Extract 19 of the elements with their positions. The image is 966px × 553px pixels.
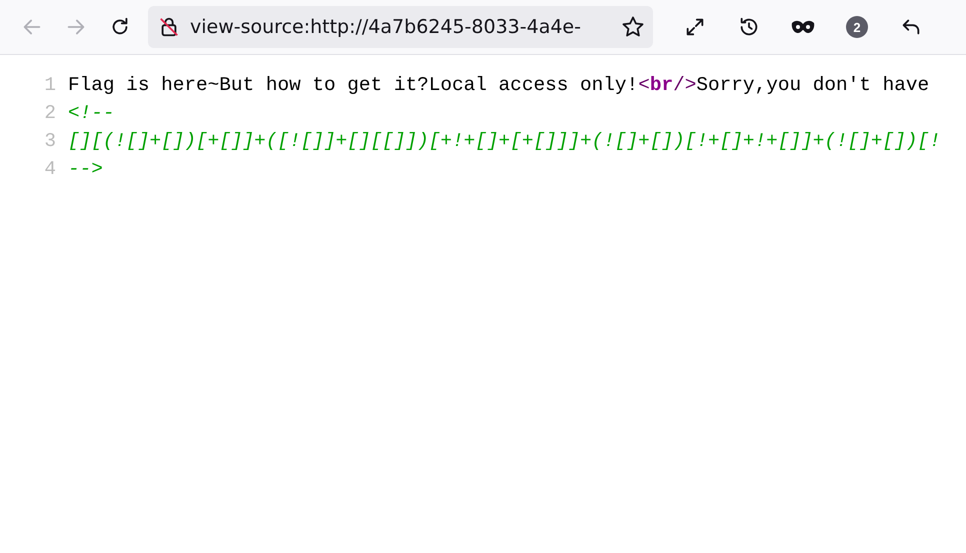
source-text: Sorry,you don't have bbox=[696, 73, 930, 98]
count-badge[interactable]: 2 bbox=[846, 16, 868, 38]
tag-bracket: /> bbox=[673, 73, 696, 98]
mask-icon bbox=[791, 20, 815, 34]
source-comment: --> bbox=[68, 157, 103, 182]
source-text: Flag is here~But how to get it?Local access only! bbox=[68, 73, 638, 98]
line-number: 1 bbox=[43, 73, 57, 98]
line-number: 2 bbox=[43, 101, 57, 126]
star-icon[interactable] bbox=[621, 15, 645, 39]
expand-arrows-icon bbox=[684, 16, 706, 38]
line-number: 3 bbox=[43, 129, 57, 154]
clock-history-icon bbox=[738, 16, 760, 38]
address-bar[interactable]: view-source:http://4a7b6245-8033-4a4e- bbox=[148, 6, 653, 48]
tag-name: br bbox=[650, 73, 674, 98]
line-number: 4 bbox=[43, 157, 57, 182]
insecure-lock-icon bbox=[158, 16, 180, 38]
source-comment: <!-- bbox=[68, 101, 115, 126]
source-comment: [][(![]+[])[+[]]+([![]]+[][[]])[+!+[]+[+[]]]+(![]+[])[!+[]+!+[]]+(![]+[])[! bbox=[68, 129, 941, 154]
tag-bracket: < bbox=[638, 73, 650, 98]
